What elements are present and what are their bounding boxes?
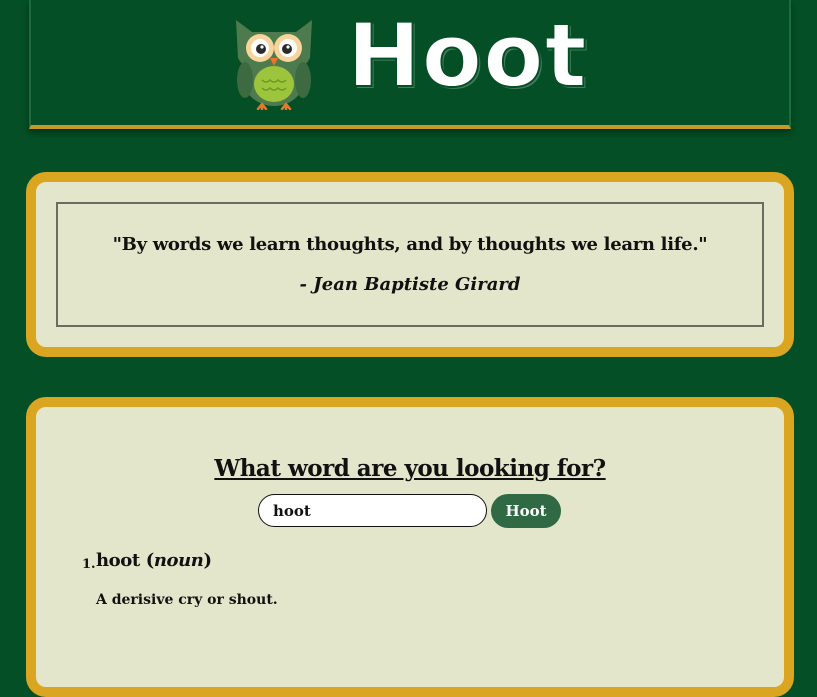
search-heading: What word are you looking for? [214,455,606,482]
quote-author: - Jean Baptiste Girard [299,274,521,295]
quote-card: "By words we learn thoughts, and by thou… [26,172,794,357]
site-header: Hoot [29,0,791,129]
quote-box: "By words we learn thoughts, and by thou… [56,202,764,327]
result-definition: A derisive cry or shout. [96,592,278,608]
result-heading: hoot (noun) [96,550,212,571]
logo-text: Hoot [346,4,588,107]
owl-icon [236,20,312,110]
result-number: 1. [82,557,96,572]
quote-text: "By words we learn thoughts, and by thou… [112,234,708,255]
result-part-of-speech: noun [153,550,204,571]
hoot-button[interactable]: Hoot [491,494,561,528]
search-input[interactable] [258,494,487,527]
result-word: hoot [96,550,140,571]
search-card: What word are you looking for? Hoot 1. h… [26,397,794,697]
